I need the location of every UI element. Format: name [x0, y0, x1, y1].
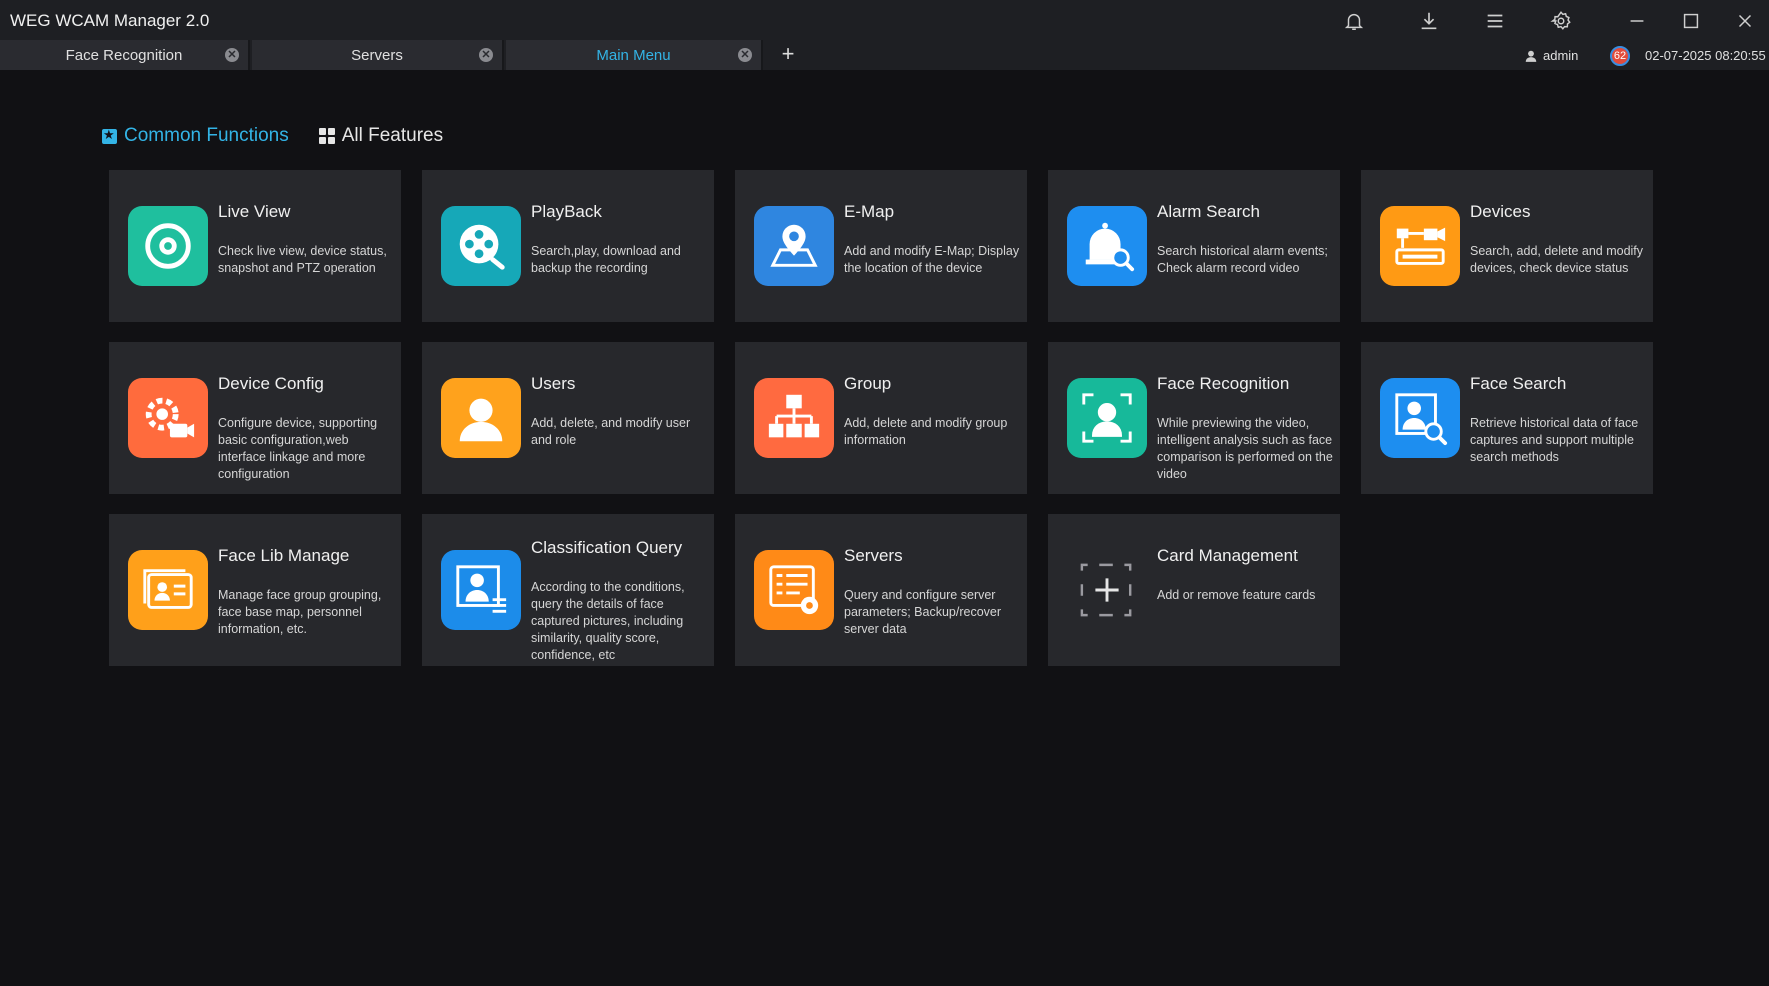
alarm-search-icon [1067, 206, 1147, 286]
users-icon [441, 378, 521, 458]
all-features-tab[interactable]: All Features [318, 125, 444, 147]
card-title: Face Search [1470, 374, 1567, 393]
card-group[interactable]: Group Add, delete and modify group infor… [735, 342, 1027, 494]
user-icon [1525, 50, 1537, 62]
tab-face-recognition[interactable]: Face Recognition ✕ [0, 40, 250, 70]
card-users[interactable]: Users Add, delete, and modify user and r… [422, 342, 714, 494]
card-face-lib-manage[interactable]: Face Lib Manage Manage face group groupi… [109, 514, 401, 666]
settings-icon[interactable] [1548, 8, 1574, 34]
all-features-label: All Features [341, 125, 444, 146]
tab-close-icon[interactable]: ✕ [225, 48, 239, 62]
face-search-icon [1380, 378, 1460, 458]
maximize-icon[interactable] [1678, 8, 1704, 34]
card-face-search[interactable]: Face Search Retrieve historical data of … [1361, 342, 1653, 494]
menu-icon[interactable] [1482, 8, 1508, 34]
classification-query-icon [441, 550, 521, 630]
card-description: Query and configure server parameters; B… [844, 588, 1002, 636]
title-bar: WEG WCAM Manager 2.0 [0, 0, 1769, 40]
card-description: Manage face group grouping, face base ma… [218, 588, 382, 636]
card-title: Card Management [1157, 546, 1298, 565]
datetime: 02-07-2025 08:20:55 [1645, 48, 1766, 63]
download-icon[interactable] [1416, 8, 1442, 34]
card-title: Group [844, 374, 892, 393]
card-title: Device Config [218, 374, 324, 393]
card-devices[interactable]: Devices Search, add, delete and modify d… [1361, 170, 1653, 322]
close-icon[interactable] [1732, 8, 1758, 34]
card-description: Add, delete and modify group information [844, 416, 1008, 447]
bell-icon[interactable] [1341, 8, 1367, 34]
common-functions-tab[interactable]: Common Functions [102, 125, 289, 147]
card-playback[interactable]: PlayBack Search,play, download and backu… [422, 170, 714, 322]
minimize-icon[interactable] [1624, 8, 1650, 34]
card-title: Devices [1470, 202, 1531, 221]
username: admin [1543, 48, 1579, 63]
device-config-icon [128, 378, 208, 458]
card-description: Add, delete, and modify user and role [531, 416, 691, 447]
card-alarm-search[interactable]: Alarm Search Search historical alarm eve… [1048, 170, 1340, 322]
devices-icon [1380, 206, 1460, 286]
section-tabs: Common Functions All Features [102, 125, 443, 147]
tab-main-menu[interactable]: Main Menu ✕ [506, 40, 763, 70]
tab-label: Main Menu [596, 46, 671, 64]
face-lib-icon [128, 550, 208, 630]
user-menu[interactable]: admin [1524, 48, 1578, 63]
card-card-management[interactable]: Card Management Add or remove feature ca… [1048, 514, 1340, 666]
notification-badge[interactable]: 62 [1610, 46, 1630, 66]
card-description: According to the conditions, query the d… [531, 580, 685, 662]
card-face-recognition[interactable]: Face Recognition While previewing the vi… [1048, 342, 1340, 494]
card-title: E-Map [844, 202, 895, 221]
card-e-map[interactable]: E-Map Add and modify E-Map; Display the … [735, 170, 1027, 322]
card-device-config[interactable]: Device Config Configure device, supporti… [109, 342, 401, 494]
group-icon [754, 378, 834, 458]
tab-close-icon[interactable]: ✕ [479, 48, 493, 62]
playback-icon [441, 206, 521, 286]
card-title: PlayBack [531, 202, 602, 221]
card-title: Live View [218, 202, 291, 221]
tab-close-icon[interactable]: ✕ [738, 48, 752, 62]
card-description: Add and modify E-Map; Display the locati… [844, 244, 1020, 275]
card-title: Face Lib Manage [218, 546, 350, 565]
common-functions-label: Common Functions [124, 125, 289, 146]
tab-bar: Face Recognition ✕ Servers ✕ Main Menu ✕… [0, 40, 1769, 70]
emap-icon [754, 206, 834, 286]
live-view-icon [128, 206, 208, 286]
card-description: Search, add, delete and modify devices, … [1470, 244, 1644, 275]
card-title: Servers [844, 546, 903, 565]
card-title: Users [531, 374, 576, 393]
card-description: Check live view, device status, snapshot… [218, 244, 387, 275]
card-management-icon [1067, 550, 1147, 630]
tab-label: Face Recognition [65, 46, 183, 64]
tab-servers[interactable]: Servers ✕ [252, 40, 504, 70]
card-description: Search,play, download and backup the rec… [531, 244, 681, 275]
card-description: While previewing the video, intelligent … [1157, 416, 1333, 481]
servers-icon [754, 550, 834, 630]
tab-label: Servers [351, 46, 403, 64]
add-tab-button[interactable]: + [776, 42, 800, 66]
star-icon [102, 127, 117, 144]
card-servers[interactable]: Servers Query and configure server param… [735, 514, 1027, 666]
card-description: Configure device, supporting basic confi… [218, 416, 378, 481]
card-live-view[interactable]: Live View Check live view, device status… [109, 170, 401, 322]
card-title: Alarm Search [1157, 202, 1260, 221]
grid-icon [318, 128, 335, 144]
card-title: Face Recognition [1157, 374, 1290, 393]
card-classification-query[interactable]: Classification Query According to the co… [422, 514, 714, 666]
card-description: Add or remove feature cards [1157, 588, 1316, 602]
card-description: Retrieve historical data of face capture… [1470, 416, 1639, 464]
app-title: WEG WCAM Manager 2.0 [10, 11, 210, 30]
card-description: Search historical alarm events; Check al… [1157, 244, 1328, 275]
card-title: Classification Query [531, 538, 683, 557]
face-recognition-icon [1067, 378, 1147, 458]
